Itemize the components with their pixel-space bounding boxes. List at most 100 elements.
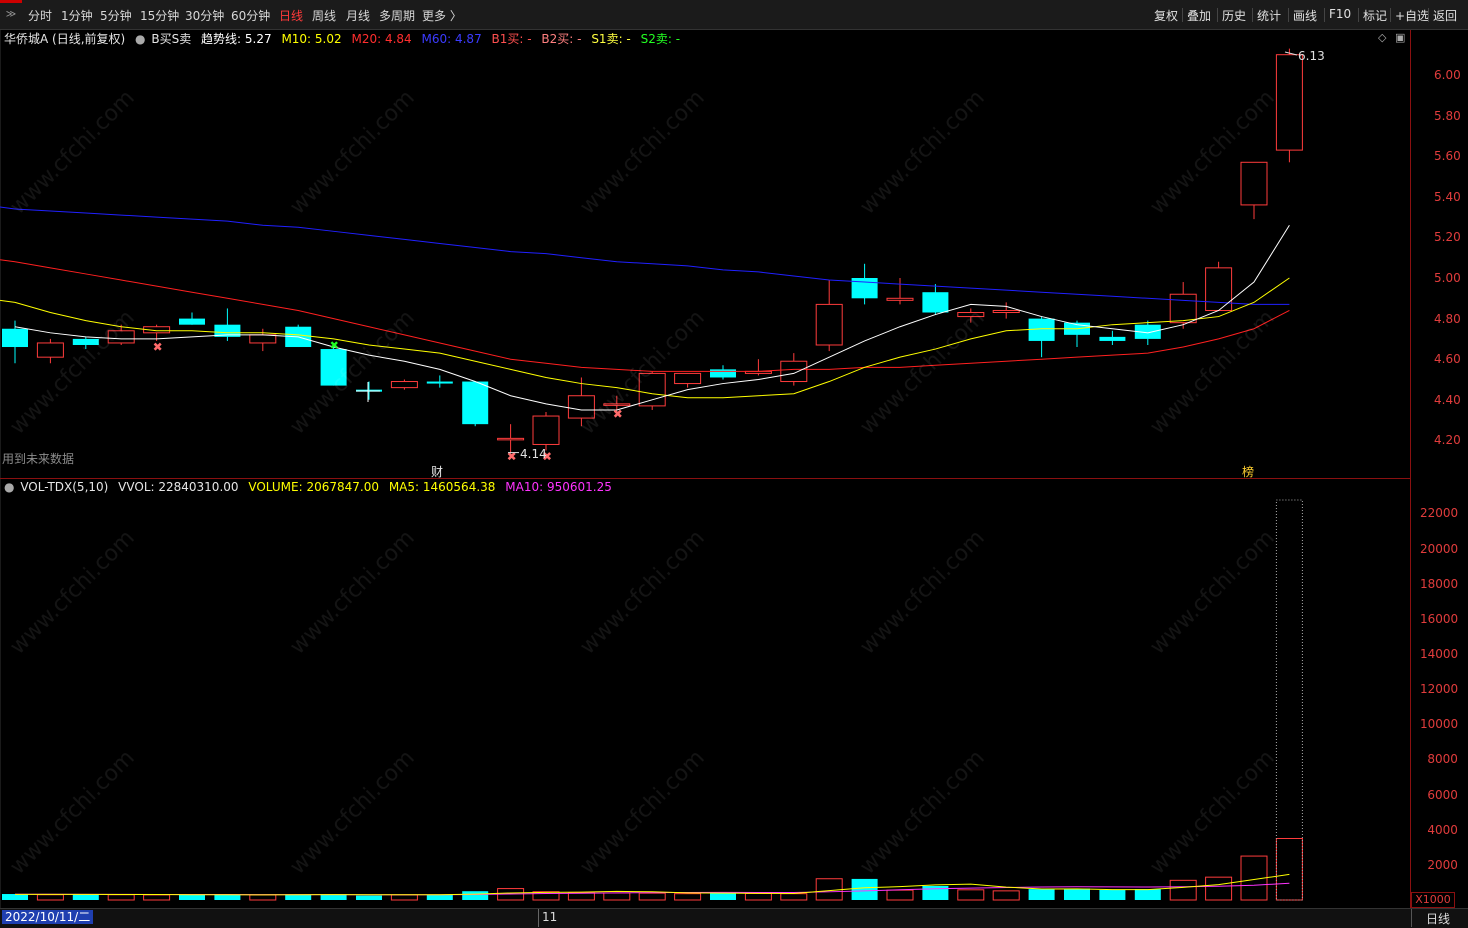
candle-body-down bbox=[426, 381, 453, 384]
candle-body-up bbox=[992, 309, 1020, 314]
candle-body-down bbox=[1099, 336, 1126, 341]
volume-bar-up bbox=[143, 894, 171, 901]
ma20-line bbox=[14, 261, 1290, 372]
volume-bar-up bbox=[674, 893, 702, 901]
volume-bar-up bbox=[1275, 838, 1303, 901]
candle-body-up bbox=[567, 395, 595, 419]
volume-tick-label: 2000 bbox=[1427, 857, 1458, 872]
candle-body-down bbox=[922, 292, 949, 313]
volume-bar-up bbox=[36, 894, 64, 901]
candle-body-up bbox=[1205, 267, 1233, 311]
future-data-note: 用到未来数据 bbox=[2, 452, 75, 466]
time-axis-bar bbox=[0, 908, 1468, 928]
period-label[interactable]: 日线 bbox=[1426, 910, 1450, 927]
volume-bar-up bbox=[744, 892, 772, 901]
volume-tick-label: 12000 bbox=[1420, 682, 1459, 697]
price-tick-label: 5.00 bbox=[1434, 271, 1461, 285]
price-tick-label: 4.40 bbox=[1434, 392, 1461, 407]
volume-bar-up bbox=[992, 890, 1020, 901]
candle-body-down bbox=[72, 338, 99, 345]
ranking-mark[interactable]: 榜 bbox=[1242, 463, 1254, 480]
price-tick-label: 4.20 bbox=[1434, 433, 1461, 448]
sell-signal-icon: ✖ bbox=[153, 340, 163, 354]
candle-body-up bbox=[886, 297, 914, 301]
ma20-tail bbox=[0, 259, 16, 263]
volume-bar-down bbox=[72, 894, 99, 900]
volume-tick-label: 18000 bbox=[1420, 576, 1459, 591]
volume-tick-label: 22000 bbox=[1420, 506, 1459, 521]
ma60-tail bbox=[0, 206, 16, 210]
month-tick bbox=[538, 909, 539, 927]
volume-tick-label: 6000 bbox=[1427, 787, 1458, 802]
candle-body-up bbox=[1240, 161, 1268, 206]
vol-ma5-line bbox=[15, 873, 1290, 896]
candle-body-down bbox=[710, 369, 736, 378]
candle-body-up bbox=[1169, 293, 1197, 324]
candle-body-up bbox=[390, 381, 418, 389]
volume-tick-label: 20000 bbox=[1420, 541, 1459, 556]
volume-bar-down bbox=[1099, 889, 1126, 900]
candle-body-up bbox=[1275, 54, 1303, 151]
volume-bar-up bbox=[886, 889, 914, 901]
candle-body-up bbox=[603, 403, 631, 406]
sell-signal-icon: ✖ bbox=[613, 407, 623, 421]
volume-bar-up bbox=[603, 892, 631, 901]
volume-tick-label: 10000 bbox=[1420, 717, 1459, 732]
volume-bar-down bbox=[356, 895, 382, 900]
volume-tick-label: 14000 bbox=[1420, 647, 1459, 662]
volume-bar-down bbox=[214, 894, 241, 900]
volume-bar-up bbox=[1169, 879, 1197, 901]
price-tick-label: 4.60 bbox=[1434, 352, 1461, 367]
volume-bar-down bbox=[851, 878, 878, 900]
price-tick-label: 5.40 bbox=[1434, 189, 1461, 204]
finance-mark[interactable]: 财 bbox=[431, 463, 443, 480]
candle-body-down bbox=[179, 318, 205, 325]
candle-body-up bbox=[638, 372, 666, 407]
volume-bar-down bbox=[1064, 888, 1090, 900]
volume-bar-down bbox=[710, 893, 736, 900]
low-price-label: 4.14 bbox=[520, 447, 547, 461]
volume-bar-up bbox=[107, 894, 135, 901]
ma10-tail bbox=[0, 299, 16, 303]
volume-bar-down bbox=[179, 894, 205, 900]
volume-tick-label: 4000 bbox=[1427, 822, 1458, 837]
candle-body-down bbox=[320, 349, 347, 386]
candle-body-up bbox=[532, 415, 560, 445]
candle-body-down bbox=[2, 328, 28, 348]
volume-bar-down bbox=[1134, 889, 1161, 900]
volume-tick-label: 8000 bbox=[1427, 752, 1458, 767]
candle-body-up bbox=[957, 312, 985, 318]
price-tick-label: 5.20 bbox=[1434, 230, 1461, 245]
month-label: 11 bbox=[542, 910, 558, 924]
candle-body-up bbox=[36, 342, 64, 358]
candle-body-up bbox=[249, 334, 277, 344]
volume-bar-up bbox=[1205, 876, 1233, 901]
volume-bar-up bbox=[638, 892, 666, 901]
candle-body-up bbox=[497, 437, 525, 441]
right-axis-line bbox=[1410, 30, 1411, 910]
volume-bar-up bbox=[957, 889, 985, 901]
volume-bar-up bbox=[249, 894, 277, 901]
cursor-date: 2022/10/11/二 bbox=[2, 910, 94, 924]
sell-signal-icon: ✖ bbox=[507, 450, 517, 464]
volume-tick-label: 16000 bbox=[1420, 611, 1459, 626]
buy-signal-icon: ✖ bbox=[330, 339, 339, 352]
price-tick-label: 6.00 bbox=[1434, 68, 1461, 82]
ma60-line bbox=[14, 208, 1290, 305]
volume-bar-down bbox=[462, 891, 489, 900]
volume-bar-down bbox=[1028, 889, 1055, 900]
candle-body-down bbox=[462, 381, 489, 425]
candle-body-up bbox=[107, 330, 135, 344]
volume-bar-up bbox=[390, 894, 418, 901]
volume-bar-down bbox=[2, 894, 28, 900]
volume-unit: X1000 bbox=[1411, 892, 1455, 908]
price-tick-label: 5.60 bbox=[1434, 149, 1461, 164]
high-price-label: 6.13 bbox=[1298, 49, 1325, 63]
candle-body-up bbox=[815, 303, 843, 346]
volume-bar-down bbox=[922, 885, 949, 900]
price-tick-label: 4.80 bbox=[1434, 311, 1461, 326]
candle-body-up bbox=[780, 360, 808, 383]
volume-bar-up bbox=[780, 893, 808, 901]
candle-body-up bbox=[674, 372, 702, 385]
price-tick-label: 5.80 bbox=[1434, 108, 1461, 123]
